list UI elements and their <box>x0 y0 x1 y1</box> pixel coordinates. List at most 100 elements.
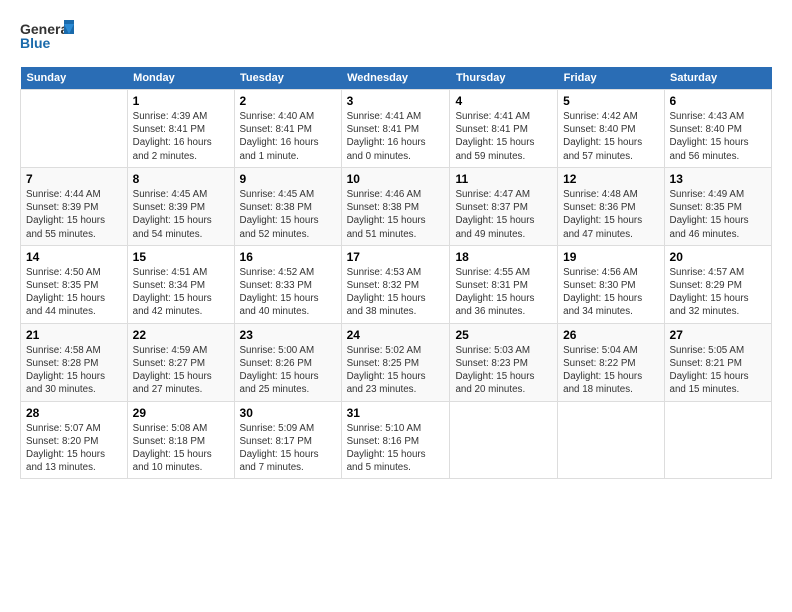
cell-date: 8 <box>133 172 229 186</box>
cell-info: Sunrise: 4:41 AMSunset: 8:41 PMDaylight:… <box>455 110 552 163</box>
calendar-cell: 21Sunrise: 4:58 AMSunset: 8:28 PMDayligh… <box>21 323 128 401</box>
calendar-cell: 28 Sunrise: 5:07 AMSunset: 8:20 PMDayligh… <box>21 401 128 479</box>
calendar-cell: 23Sunrise: 5:00 AMSunset: 8:26 PMDayligh… <box>234 323 341 401</box>
cell-info: Sunrise: 4:51 AMSunset: 8:34 PMDaylight:… <box>133 266 229 319</box>
calendar-cell: 16 Sunrise: 4:52 AMSunset: 8:33 PMDayligh… <box>234 245 341 323</box>
cell-date: 27 <box>670 328 766 342</box>
cell-info: Sunrise: 4:43 AMSunset: 8:40 PMDaylight:… <box>670 110 766 163</box>
logo-image: General Blue <box>20 16 74 61</box>
cell-date: 3 <box>347 94 445 108</box>
calendar-cell: 1 Sunrise: 4:39 AMSunset: 8:41 PMDaylight… <box>127 90 234 168</box>
header: General Blue <box>20 16 772 61</box>
calendar-cell <box>558 401 664 479</box>
calendar-cell: 22Sunrise: 4:59 AMSunset: 8:27 PMDayligh… <box>127 323 234 401</box>
week-row-4: 21Sunrise: 4:58 AMSunset: 8:28 PMDayligh… <box>21 323 772 401</box>
calendar-cell <box>450 401 558 479</box>
cell-date: 6 <box>670 94 766 108</box>
cell-date: 20 <box>670 250 766 264</box>
calendar-cell: 25 Sunrise: 5:03 AMSunset: 8:23 PMDayligh… <box>450 323 558 401</box>
cell-info: Sunrise: 4:55 AMSunset: 8:31 PMDaylight:… <box>455 266 552 319</box>
calendar-cell: 30Sunrise: 5:09 AMSunset: 8:17 PMDayligh… <box>234 401 341 479</box>
calendar-cell: 27 Sunrise: 5:05 AMSunset: 8:21 PMDayligh… <box>664 323 771 401</box>
week-row-3: 14 Sunrise: 4:50 AMSunset: 8:35 PMDayligh… <box>21 245 772 323</box>
cell-date: 13 <box>670 172 766 186</box>
cell-date: 11 <box>455 172 552 186</box>
cell-date: 16 <box>240 250 336 264</box>
cell-date: 9 <box>240 172 336 186</box>
cell-date: 23 <box>240 328 336 342</box>
cell-date: 12 <box>563 172 658 186</box>
calendar-cell: 5Sunrise: 4:42 AMSunset: 8:40 PMDaylight… <box>558 90 664 168</box>
calendar-cell: 12Sunrise: 4:48 AMSunset: 8:36 PMDayligh… <box>558 167 664 245</box>
cell-info: Sunrise: 5:02 AMSunset: 8:25 PMDaylight:… <box>347 344 445 397</box>
calendar-cell: 9 Sunrise: 4:45 AMSunset: 8:38 PMDaylight… <box>234 167 341 245</box>
day-header-wednesday: Wednesday <box>341 67 450 90</box>
calendar-cell: 17 Sunrise: 4:53 AMSunset: 8:32 PMDayligh… <box>341 245 450 323</box>
calendar-cell <box>21 90 128 168</box>
cell-date: 5 <box>563 94 658 108</box>
cell-info: Sunrise: 5:10 AMSunset: 8:16 PMDaylight:… <box>347 422 445 475</box>
calendar-cell: 26 Sunrise: 5:04 AMSunset: 8:22 PMDayligh… <box>558 323 664 401</box>
cell-info: Sunrise: 5:05 AMSunset: 8:21 PMDaylight:… <box>670 344 766 397</box>
svg-text:Blue: Blue <box>20 35 51 51</box>
cell-info: Sunrise: 5:04 AMSunset: 8:22 PMDaylight:… <box>563 344 658 397</box>
day-header-monday: Monday <box>127 67 234 90</box>
cell-date: 2 <box>240 94 336 108</box>
day-header-tuesday: Tuesday <box>234 67 341 90</box>
cell-info: Sunrise: 4:58 AMSunset: 8:28 PMDaylight:… <box>26 344 122 397</box>
calendar-table: SundayMondayTuesdayWednesdayThursdayFrid… <box>20 67 772 479</box>
cell-date: 29 <box>133 406 229 420</box>
cell-info: Sunrise: 4:41 AMSunset: 8:41 PMDaylight:… <box>347 110 445 163</box>
cell-date: 24 <box>347 328 445 342</box>
cell-date: 19 <box>563 250 658 264</box>
cell-info: Sunrise: 4:44 AMSunset: 8:39 PMDaylight:… <box>26 188 122 241</box>
calendar-cell: 2Sunrise: 4:40 AMSunset: 8:41 PMDaylight… <box>234 90 341 168</box>
day-header-saturday: Saturday <box>664 67 771 90</box>
cell-info: Sunrise: 4:46 AMSunset: 8:38 PMDaylight:… <box>347 188 445 241</box>
calendar-cell: 24 Sunrise: 5:02 AMSunset: 8:25 PMDayligh… <box>341 323 450 401</box>
cell-date: 7 <box>26 172 122 186</box>
calendar-cell: 29Sunrise: 5:08 AMSunset: 8:18 PMDayligh… <box>127 401 234 479</box>
cell-date: 17 <box>347 250 445 264</box>
cell-info: Sunrise: 5:09 AMSunset: 8:17 PMDaylight:… <box>240 422 336 475</box>
cell-date: 14 <box>26 250 122 264</box>
calendar-cell: 31 Sunrise: 5:10 AMSunset: 8:16 PMDayligh… <box>341 401 450 479</box>
cell-info: Sunrise: 4:45 AMSunset: 8:38 PMDaylight:… <box>240 188 336 241</box>
cell-date: 15 <box>133 250 229 264</box>
calendar-cell: 6 Sunrise: 4:43 AMSunset: 8:40 PMDaylight… <box>664 90 771 168</box>
calendar-cell: 13 Sunrise: 4:49 AMSunset: 8:35 PMDayligh… <box>664 167 771 245</box>
cell-info: Sunrise: 4:53 AMSunset: 8:32 PMDaylight:… <box>347 266 445 319</box>
day-header-thursday: Thursday <box>450 67 558 90</box>
calendar-cell: 18 Sunrise: 4:55 AMSunset: 8:31 PMDayligh… <box>450 245 558 323</box>
cell-date: 26 <box>563 328 658 342</box>
cell-date: 10 <box>347 172 445 186</box>
cell-date: 28 <box>26 406 122 420</box>
calendar-cell: 4Sunrise: 4:41 AMSunset: 8:41 PMDaylight… <box>450 90 558 168</box>
calendar-cell: 11Sunrise: 4:47 AMSunset: 8:37 PMDayligh… <box>450 167 558 245</box>
cell-info: Sunrise: 4:50 AMSunset: 8:35 PMDaylight:… <box>26 266 122 319</box>
day-header-friday: Friday <box>558 67 664 90</box>
cell-info: Sunrise: 4:52 AMSunset: 8:33 PMDaylight:… <box>240 266 336 319</box>
cell-info: Sunrise: 4:45 AMSunset: 8:39 PMDaylight:… <box>133 188 229 241</box>
calendar-cell: 19 Sunrise: 4:56 AMSunset: 8:30 PMDayligh… <box>558 245 664 323</box>
week-row-2: 7 Sunrise: 4:44 AMSunset: 8:39 PMDaylight… <box>21 167 772 245</box>
cell-date: 31 <box>347 406 445 420</box>
calendar-cell: 20 Sunrise: 4:57 AMSunset: 8:29 PMDayligh… <box>664 245 771 323</box>
cell-info: Sunrise: 4:39 AMSunset: 8:41 PMDaylight:… <box>133 110 229 163</box>
cell-info: Sunrise: 4:56 AMSunset: 8:30 PMDaylight:… <box>563 266 658 319</box>
calendar-cell: 8 Sunrise: 4:45 AMSunset: 8:39 PMDaylight… <box>127 167 234 245</box>
logo: General Blue <box>20 16 74 61</box>
calendar-cell: 7 Sunrise: 4:44 AMSunset: 8:39 PMDaylight… <box>21 167 128 245</box>
cell-date: 1 <box>133 94 229 108</box>
cell-date: 22 <box>133 328 229 342</box>
cell-info: Sunrise: 5:07 AMSunset: 8:20 PMDaylight:… <box>26 422 122 475</box>
cell-info: Sunrise: 4:57 AMSunset: 8:29 PMDaylight:… <box>670 266 766 319</box>
week-row-1: 1 Sunrise: 4:39 AMSunset: 8:41 PMDaylight… <box>21 90 772 168</box>
cell-info: Sunrise: 4:49 AMSunset: 8:35 PMDaylight:… <box>670 188 766 241</box>
cell-date: 25 <box>455 328 552 342</box>
calendar-container: General Blue SundayMondayTuesdayWednesda… <box>0 0 792 489</box>
calendar-cell: 10 Sunrise: 4:46 AMSunset: 8:38 PMDayligh… <box>341 167 450 245</box>
week-row-5: 28 Sunrise: 5:07 AMSunset: 8:20 PMDayligh… <box>21 401 772 479</box>
cell-date: 18 <box>455 250 552 264</box>
cell-info: Sunrise: 5:03 AMSunset: 8:23 PMDaylight:… <box>455 344 552 397</box>
